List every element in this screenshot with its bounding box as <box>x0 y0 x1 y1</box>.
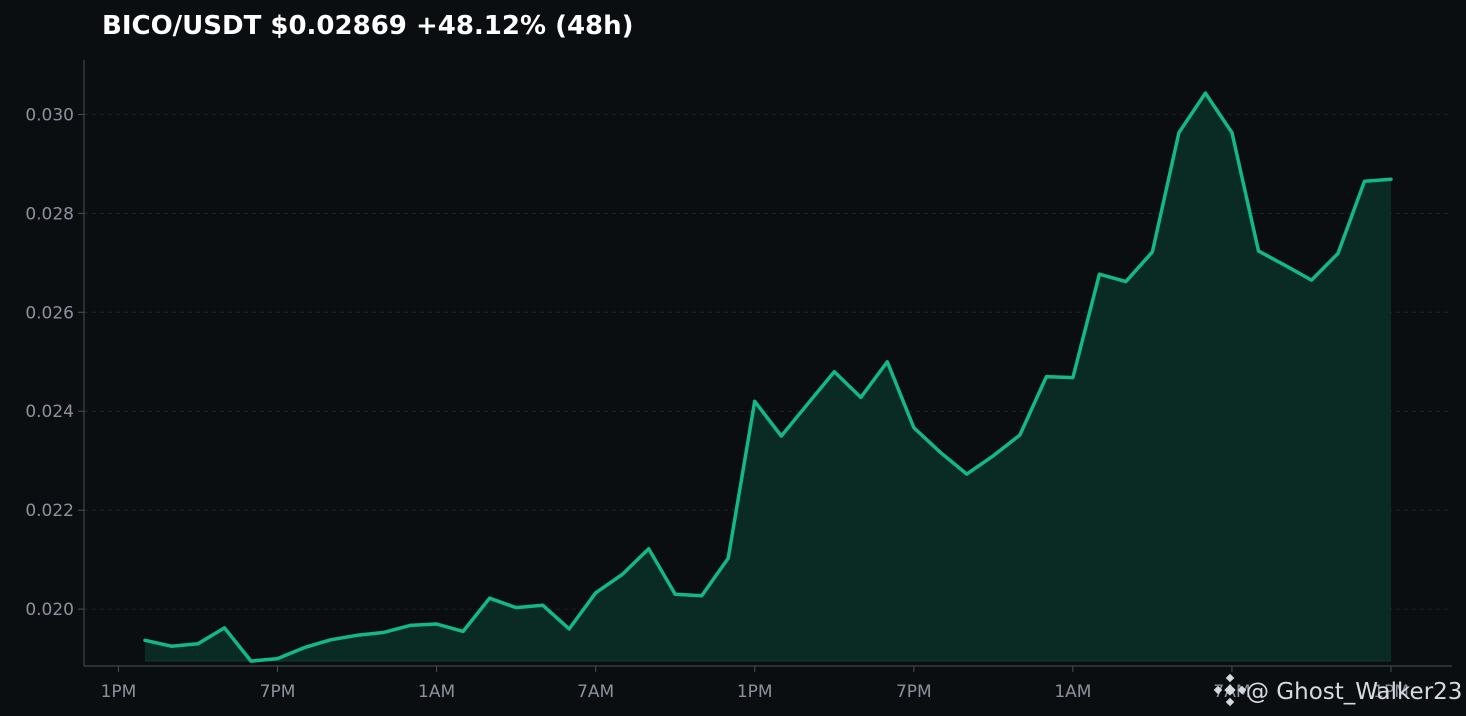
x-tick-label: 1PM <box>737 682 773 702</box>
x-tick-label: 1AM <box>1054 682 1091 702</box>
watermark: @ Ghost_Walker23 <box>1213 673 1462 707</box>
y-tick-label: 0.022 <box>25 501 74 521</box>
y-tick-label: 0.026 <box>25 303 74 323</box>
watermark-text: @ Ghost_Walker23 <box>1246 679 1462 705</box>
y-axis-ticks: 0.020 0.022 0.024 0.026 0.028 0.030 <box>25 105 84 620</box>
y-tick-label: 0.030 <box>25 105 74 125</box>
plot-area <box>143 91 1393 663</box>
x-axis-ticks: 1PM7PM1AM7AM1PM7PM1AM7AM1PM <box>101 666 1409 702</box>
x-tick-label: 7PM <box>896 682 932 702</box>
x-tick-label: 7PM <box>260 682 296 702</box>
x-tick-label: 1PM <box>101 682 137 702</box>
y-tick-label: 0.028 <box>25 204 74 224</box>
price-chart: BICO/USDT $0.02869 +48.12% (48h) 0.0200.… <box>25 11 1462 707</box>
area-fill <box>145 93 1391 662</box>
y-tick-label: 0.020 <box>25 600 74 620</box>
x-tick-label: 7AM <box>577 682 614 702</box>
chart-title: BICO/USDT $0.02869 +48.12% (48h) <box>102 11 634 41</box>
x-tick-label: 1AM <box>418 682 455 702</box>
y-tick-label: 0.024 <box>25 402 74 422</box>
